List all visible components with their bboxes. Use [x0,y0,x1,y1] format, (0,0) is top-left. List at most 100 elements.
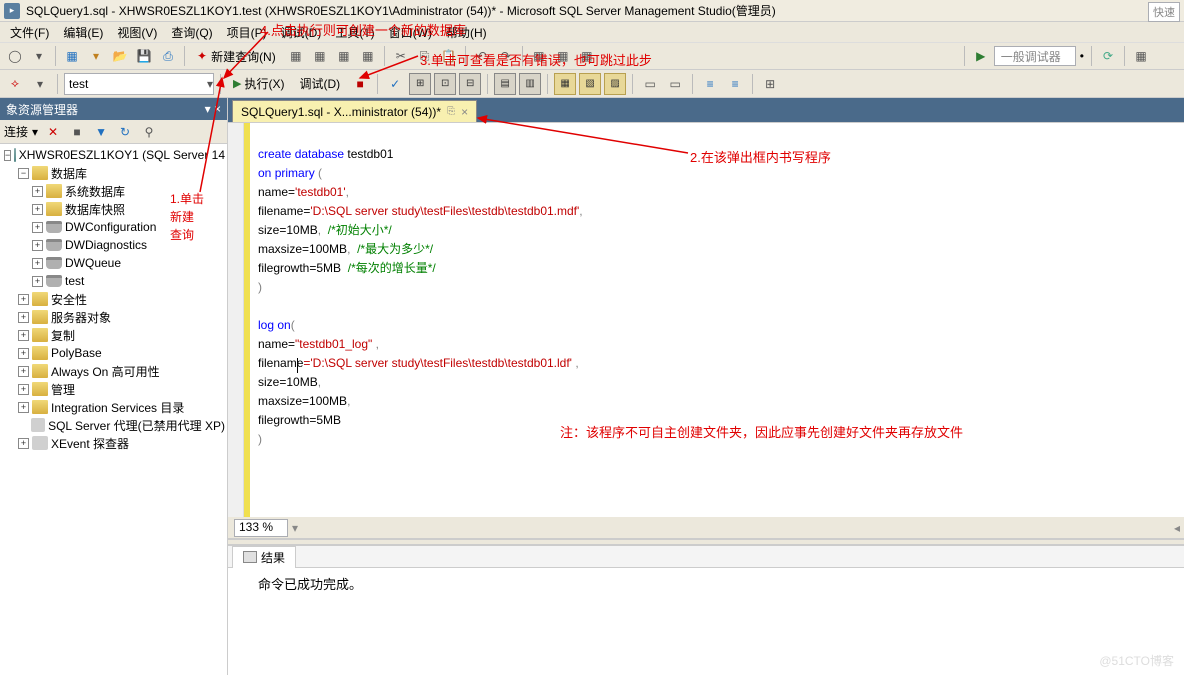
connect-button[interactable]: 连接 [4,123,28,140]
conn-dropdown-icon[interactable]: ▾ [29,73,51,95]
expand-icon[interactable]: + [18,366,29,377]
tree-dwdiag[interactable]: +DWDiagnostics [2,236,225,254]
debugger-combo[interactable]: 一般调试器 [994,46,1076,66]
results-text-icon[interactable]: ▦ [554,73,576,95]
outdent-icon[interactable]: ≡ [724,73,746,95]
paste-icon[interactable]: 📋 [438,45,460,67]
code-content[interactable]: −create database testdb01 on primary ( n… [250,123,1184,517]
expand-icon[interactable]: + [32,222,43,233]
results-grid-icon[interactable]: ▧ [579,73,601,95]
explorer-dropdown-icon[interactable]: ▾ × [205,102,221,116]
results-tab[interactable]: 结果 [232,546,296,568]
tool-icon-9[interactable]: ▦ [1130,45,1152,67]
tree-security[interactable]: +安全性 [2,290,225,308]
expand-icon[interactable]: + [32,258,43,269]
results-file-icon[interactable]: ▨ [604,73,626,95]
tree-intsvc[interactable]: +Integration Services 目录 [2,398,225,416]
collapse-icon[interactable]: − [18,168,29,179]
zoom-selector[interactable]: 133 % [234,519,288,537]
copy-icon[interactable]: ⎘ [414,45,436,67]
tree-dwconfig[interactable]: +DWConfiguration [2,218,225,236]
tree-agent[interactable]: SQL Server 代理(已禁用代理 XP) [2,416,225,434]
menu-file[interactable]: 文件(F) [4,22,55,43]
intellisense-icon[interactable]: ⊟ [459,73,481,95]
disconnect-icon[interactable]: ✕ [42,121,64,143]
expand-icon[interactable]: + [18,402,29,413]
uncomment-icon[interactable]: ▭ [664,73,686,95]
expand-icon[interactable]: + [18,330,29,341]
quick-launch[interactable]: 快速 [1148,2,1180,22]
filter-icon[interactable]: ▼ [90,121,112,143]
parse-icon[interactable]: ✓ [384,73,406,95]
scroll-left-icon[interactable]: ◂ [1170,521,1184,535]
code-editor[interactable]: −create database testdb01 on primary ( n… [228,122,1184,517]
menu-help[interactable]: 帮助(H) [440,22,493,43]
nav-back-icon[interactable]: ◯ [4,45,26,67]
expand-icon[interactable]: + [32,186,43,197]
open-icon[interactable]: ▾ [85,45,107,67]
display-plan-icon[interactable]: ⊞ [409,73,431,95]
refresh-icon[interactable]: ↻ [114,121,136,143]
cut-icon[interactable]: ✂ [390,45,412,67]
expand-icon[interactable]: + [18,438,29,449]
menu-edit[interactable]: 编辑(E) [57,22,109,43]
redo-icon[interactable]: ↷ [495,45,517,67]
tool-icon-8[interactable]: ⟳ [1097,45,1119,67]
nav-fwd-icon[interactable]: ▾ [28,45,50,67]
tree-polybase[interactable]: +PolyBase [2,344,225,362]
change-conn-icon[interactable]: ⟡ [4,73,26,95]
tool-icon-3[interactable]: ▦ [333,45,355,67]
specify-values-icon[interactable]: ⊞ [759,73,781,95]
expand-icon[interactable]: + [32,276,43,287]
tree-mgmt[interactable]: +管理 [2,380,225,398]
database-selector[interactable]: test ▾ [64,73,214,95]
tool-icon-4[interactable]: ▦ [357,45,379,67]
stop-icon[interactable]: ■ [66,121,88,143]
query-options-icon[interactable]: ⊡ [434,73,456,95]
debug-start-icon[interactable]: ▶ [970,45,992,67]
debug-button[interactable]: 调试(D) [293,73,346,95]
menu-query[interactable]: 查询(Q) [165,22,218,43]
include-stats-icon[interactable]: ▥ [519,73,541,95]
pin-icon[interactable]: ⎘ [447,106,455,117]
expand-icon[interactable]: + [18,384,29,395]
menu-view[interactable]: 视图(V) [111,22,163,43]
collapse-icon[interactable]: − [4,150,11,161]
indent-icon[interactable]: ≡ [699,73,721,95]
close-icon[interactable]: × [461,105,468,119]
menu-window[interactable]: 窗口(W) [383,22,438,43]
tab-sqlquery1[interactable]: SQLQuery1.sql - X...ministrator (54))* ⎘… [232,100,477,122]
comment-icon[interactable]: ▭ [639,73,661,95]
tool-icon-6[interactable]: ▦ [552,45,574,67]
tree-alwayson[interactable]: +Always On 高可用性 [2,362,225,380]
save-icon[interactable]: 💾 [133,45,155,67]
tree-test[interactable]: +test [2,272,225,290]
tree-dwqueue[interactable]: +DWQueue [2,254,225,272]
expand-icon[interactable]: + [18,294,29,305]
new-query-button[interactable]: ✦ 新建查询(N) [190,45,283,67]
object-tree[interactable]: −XHWSR0ESZL1KOY1 (SQL Server 14 −数据库 +系统… [0,144,227,675]
expand-icon[interactable]: + [32,240,43,251]
tree-snapshots[interactable]: +数据库快照 [2,200,225,218]
tool-icon-2[interactable]: ▦ [309,45,331,67]
menu-project[interactable]: 项目(P) [221,22,273,43]
expand-icon[interactable]: + [32,204,43,215]
execute-button[interactable]: ▶ 执行(X) [227,73,290,95]
tree-server-objects[interactable]: +服务器对象 [2,308,225,326]
stop-icon[interactable]: ■ [349,73,371,95]
undo-icon[interactable]: ↶ [471,45,493,67]
new-project-icon[interactable]: ▦ [61,45,83,67]
breakpoint-margin[interactable] [228,123,244,517]
tool-icon-5[interactable]: ▦ [528,45,550,67]
expand-icon[interactable]: + [18,312,29,323]
tool-icon-1[interactable]: ▦ [285,45,307,67]
tool-icon-7[interactable]: ▦ [576,45,598,67]
include-plan-icon[interactable]: ▤ [494,73,516,95]
search-icon[interactable]: ⚲ [138,121,160,143]
tree-sysdb[interactable]: +系统数据库 [2,182,225,200]
tree-databases[interactable]: −数据库 [2,164,225,182]
menu-debug[interactable]: 调试(D) [275,22,328,43]
menu-tools[interactable]: 工具(T) [329,22,380,43]
open-file-icon[interactable]: 📂 [109,45,131,67]
tree-server-node[interactable]: −XHWSR0ESZL1KOY1 (SQL Server 14 [2,146,225,164]
